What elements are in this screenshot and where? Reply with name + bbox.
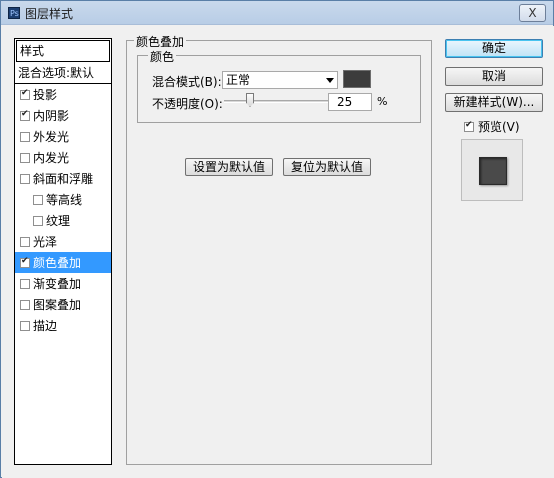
- opacity-label: 不透明度(O):: [152, 97, 223, 111]
- svg-text:Ps: Ps: [10, 9, 19, 18]
- style-item[interactable]: 图案叠加: [15, 294, 111, 315]
- style-item-checkbox[interactable]: [20, 256, 30, 268]
- style-item-checkbox[interactable]: [20, 109, 30, 121]
- style-item[interactable]: 内阴影: [15, 105, 111, 126]
- style-item[interactable]: 内发光: [15, 147, 111, 168]
- style-item[interactable]: 描边: [15, 315, 111, 336]
- blend-mode-label: 混合模式(B):: [152, 75, 222, 89]
- style-item-label: 斜面和浮雕: [33, 172, 94, 186]
- blending-options-item[interactable]: 混合选项:默认: [15, 62, 111, 84]
- style-item-checkbox[interactable]: [20, 152, 30, 163]
- style-item-label: 描边: [33, 319, 58, 333]
- style-item-label: 光泽: [33, 235, 58, 249]
- new-style-button[interactable]: 新建样式(W)...: [445, 93, 543, 112]
- style-item-label: 内发光: [33, 151, 70, 165]
- style-item-label: 颜色叠加: [33, 256, 82, 270]
- opacity-slider-track[interactable]: [224, 100, 328, 103]
- style-item[interactable]: 颜色叠加: [15, 252, 111, 273]
- style-item[interactable]: 外发光: [15, 126, 111, 147]
- style-item-label: 纹理: [46, 214, 71, 228]
- style-item-checkbox[interactable]: [33, 194, 43, 205]
- style-item-label: 渐变叠加: [33, 277, 82, 291]
- preview-thumbnail: [461, 139, 523, 201]
- title-bar[interactable]: Ps 图层样式 X: [1, 1, 553, 25]
- opacity-slider-thumb[interactable]: [246, 93, 254, 107]
- style-item[interactable]: 投影: [15, 84, 111, 105]
- style-item[interactable]: 光泽: [15, 231, 111, 252]
- preview-checkbox[interactable]: [464, 120, 474, 132]
- style-item-checkbox[interactable]: [20, 131, 30, 142]
- style-item-checkbox[interactable]: [33, 215, 43, 226]
- style-item-checkbox[interactable]: [20, 320, 30, 331]
- style-item-checkbox[interactable]: [20, 88, 30, 100]
- color-overlay-group: 颜色叠加 颜色 混合模式(B): 正常 不透明度(O): 25 % 设置为默认值…: [126, 33, 432, 465]
- blend-mode-select[interactable]: 正常: [222, 71, 338, 89]
- style-item[interactable]: 等高线: [15, 189, 111, 210]
- style-item[interactable]: 渐变叠加: [15, 273, 111, 294]
- preview-toggle[interactable]: 预览(V): [464, 118, 520, 135]
- cancel-button[interactable]: 取消: [445, 67, 543, 86]
- style-item[interactable]: 斜面和浮雕: [15, 168, 111, 189]
- window-title: 图层样式: [25, 7, 74, 21]
- ok-button[interactable]: 确定: [445, 39, 543, 58]
- chevron-down-icon: [326, 78, 334, 83]
- style-item-label: 等高线: [46, 193, 83, 207]
- blend-mode-value: 正常: [226, 73, 251, 87]
- preview-swatch: [479, 157, 507, 185]
- overlay-color-swatch[interactable]: [343, 70, 371, 88]
- opacity-input[interactable]: 25: [328, 93, 372, 111]
- style-item-label: 内阴影: [33, 109, 70, 123]
- color-subgroup: 颜色 混合模式(B): 正常 不透明度(O): 25 %: [137, 48, 421, 123]
- style-item-checkbox[interactable]: [20, 278, 30, 289]
- style-item-checkbox[interactable]: [20, 173, 30, 184]
- style-item[interactable]: 纹理: [15, 210, 111, 231]
- style-item-checkbox[interactable]: [20, 236, 30, 247]
- close-button[interactable]: X: [519, 4, 546, 22]
- set-default-button[interactable]: 设置为默认值: [185, 158, 273, 176]
- styles-list: 样式 混合选项:默认 投影内阴影外发光内发光斜面和浮雕等高线纹理光泽颜色叠加渐变…: [14, 38, 112, 465]
- style-item-label: 图案叠加: [33, 298, 82, 312]
- style-item-checkbox[interactable]: [20, 299, 30, 310]
- preview-label: 预览(V): [478, 120, 520, 134]
- styles-header[interactable]: 样式: [16, 40, 110, 62]
- close-icon: X: [528, 6, 537, 20]
- style-item-label: 投影: [33, 88, 58, 102]
- reset-default-button[interactable]: 复位为默认值: [283, 158, 371, 176]
- layer-style-dialog: Ps 图层样式 X 样式 混合选项:默认 投影内阴影外发光内发光斜面和浮雕等高线…: [0, 0, 554, 478]
- style-items: 投影内阴影外发光内发光斜面和浮雕等高线纹理光泽颜色叠加渐变叠加图案叠加描边: [15, 84, 111, 336]
- app-icon: Ps: [8, 7, 20, 19]
- opacity-unit: %: [377, 95, 388, 108]
- dialog-client: 样式 混合选项:默认 投影内阴影外发光内发光斜面和浮雕等高线纹理光泽颜色叠加渐变…: [2, 26, 554, 478]
- color-subgroup-title: 颜色: [148, 48, 177, 65]
- style-item-label: 外发光: [33, 130, 70, 144]
